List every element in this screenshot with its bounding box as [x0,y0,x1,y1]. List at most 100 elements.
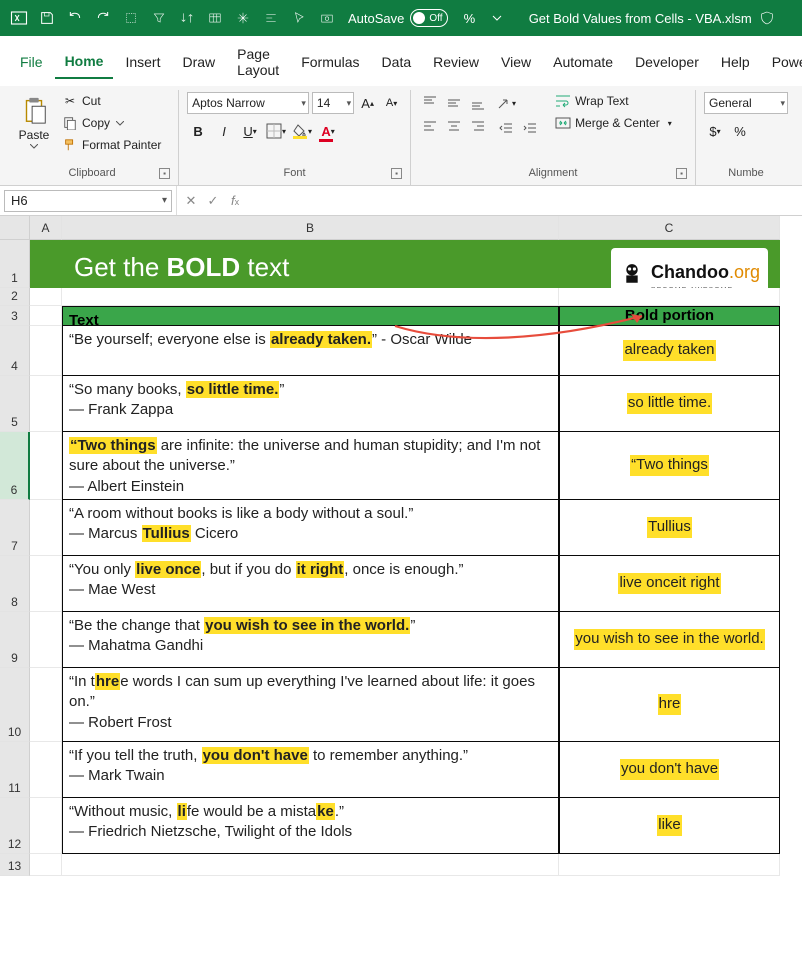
row-header[interactable]: 8 [0,556,30,612]
cell[interactable]: so little time. [559,376,780,432]
qat-camera-icon[interactable] [314,5,340,31]
cell[interactable]: “A room without books is like a body wit… [62,500,559,556]
tab-developer[interactable]: Developer [625,48,709,78]
wrap-text-button[interactable]: Wrap Text [553,92,674,110]
redo-icon[interactable] [90,5,116,31]
row-header[interactable]: 5 [0,376,30,432]
font-name-combo[interactable]: Aptos Narrow▾ [187,92,309,114]
cell[interactable]: you wish to see in the world. [559,612,780,668]
tab-automate[interactable]: Automate [543,48,623,78]
tab-formulas[interactable]: Formulas [291,48,369,78]
italic-button[interactable]: I [213,120,235,142]
tab-data[interactable]: Data [372,48,422,78]
cell[interactable]: “Be yourself; everyone else is already t… [62,326,559,376]
cell[interactable] [30,668,62,742]
cell[interactable] [30,798,62,854]
cell[interactable]: “In three words I can sum up everything … [62,668,559,742]
accounting-format-button[interactable]: $▾ [704,120,726,142]
tab-view[interactable]: View [491,48,541,78]
undo-icon[interactable] [62,5,88,31]
qat-filter-icon[interactable] [146,5,172,31]
font-dialog-launcher[interactable]: ▪ [391,168,402,179]
cell[interactable]: “Without music, life would be a mistake.… [62,798,559,854]
save-icon[interactable] [34,5,60,31]
cell[interactable] [30,432,62,500]
select-all-corner[interactable] [0,216,30,240]
row-header[interactable]: 11 [0,742,30,798]
enter-formula-icon[interactable]: ✓ [203,193,223,209]
cell[interactable]: already taken [559,326,780,376]
cell[interactable] [559,288,780,306]
cell[interactable] [559,854,780,876]
tab-draw[interactable]: Draw [172,48,225,78]
qat-cursor-icon[interactable] [286,5,312,31]
cell[interactable]: “Be the change that you wish to see in t… [62,612,559,668]
decrease-font-button[interactable]: A▾ [381,92,402,114]
increase-indent-button[interactable] [519,118,541,140]
cell[interactable]: Bold portion [559,306,780,326]
cell[interactable] [30,612,62,668]
qat-align-icon[interactable] [258,5,284,31]
cell[interactable] [62,854,559,876]
cancel-formula-icon[interactable]: ✕ [181,193,201,209]
format-painter-button[interactable]: Format Painter [60,136,163,154]
tab-pagelayout[interactable]: Page Layout [227,40,289,86]
cell[interactable] [30,240,62,288]
privacy-shield-icon[interactable] [754,5,780,31]
cell[interactable]: you don't have [559,742,780,798]
cell[interactable] [30,376,62,432]
cell[interactable]: “Two things are infinite: the universe a… [62,432,559,500]
cell[interactable] [30,500,62,556]
row-header[interactable]: 13 [0,854,30,876]
row-header[interactable]: 3 [0,306,30,326]
qat-freeze-icon[interactable] [230,5,256,31]
cell[interactable]: “You only live once, but if you do it ri… [62,556,559,612]
row-header[interactable]: 9 [0,612,30,668]
cell[interactable] [62,288,559,306]
percent-format-button[interactable]: % [729,120,751,142]
align-left-button[interactable] [419,116,441,138]
cell[interactable] [30,742,62,798]
worksheet-grid[interactable]: 12345678910111213 A B C Get the BOLD tex… [0,216,802,958]
clipboard-dialog-launcher[interactable]: ▪ [159,168,170,179]
row-header[interactable]: 6 [0,432,30,500]
tab-insert[interactable]: Insert [115,48,170,78]
cell[interactable]: “Two things [559,432,780,500]
row-header[interactable]: 12 [0,798,30,854]
increase-font-button[interactable]: A▴ [357,92,378,114]
underline-button[interactable]: U▾ [239,120,261,142]
cell[interactable]: live onceit right [559,556,780,612]
orientation-button[interactable]: ▾ [495,92,517,114]
alignment-dialog-launcher[interactable]: ▪ [676,168,687,179]
tab-file[interactable]: File [10,48,53,78]
tab-review[interactable]: Review [423,48,489,78]
align-center-button[interactable] [443,116,465,138]
qat-customize-icon[interactable] [484,5,510,31]
formula-bar[interactable] [249,190,802,212]
tab-help[interactable]: Help [711,48,760,78]
align-top-button[interactable] [419,92,441,114]
align-bottom-button[interactable] [467,92,489,114]
align-middle-button[interactable] [443,92,465,114]
tab-home[interactable]: Home [55,47,114,79]
fill-color-button[interactable]: ▾ [291,120,313,142]
row-header[interactable]: 2 [0,288,30,306]
cut-button[interactable]: ✂Cut [60,92,163,110]
cell[interactable] [30,306,62,326]
column-header-b[interactable]: B [62,216,559,240]
qat-sort-icon[interactable] [174,5,200,31]
percent-style-icon[interactable]: % [456,5,482,31]
column-header-c[interactable]: C [559,216,780,240]
align-right-button[interactable] [467,116,489,138]
cell[interactable]: Tullius [559,500,780,556]
cell[interactable]: like [559,798,780,854]
cell[interactable]: “If you tell the truth, you don't have t… [62,742,559,798]
autosave-control[interactable]: AutoSave Off [348,9,448,27]
qat-selection-icon[interactable] [118,5,144,31]
font-color-button[interactable]: A▾ [317,120,339,142]
cell[interactable] [30,288,62,306]
cell[interactable] [30,556,62,612]
cell[interactable]: “So many books, so little time.”― Frank … [62,376,559,432]
borders-button[interactable]: ▾ [265,120,287,142]
fx-icon[interactable]: fx [225,193,245,208]
